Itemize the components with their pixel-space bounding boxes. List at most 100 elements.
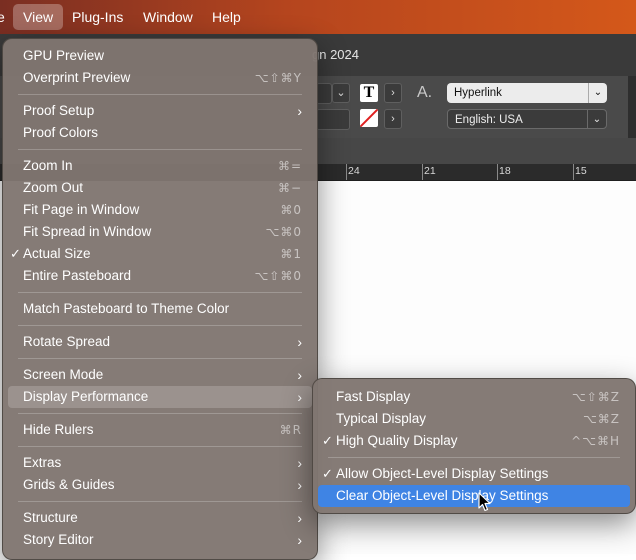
menu-item-shortcut: ⌥⌘0 bbox=[265, 225, 302, 239]
menu-item-label: Proof Colors bbox=[23, 125, 99, 140]
menu-item-zoom-in[interactable]: Zoom In ⌘= bbox=[8, 155, 312, 177]
ruler-label: 24 bbox=[348, 165, 360, 177]
ruler-tick bbox=[422, 164, 423, 180]
menu-separator bbox=[18, 358, 302, 359]
menu-separator bbox=[328, 457, 620, 458]
menu-item-proof-colors[interactable]: Proof Colors bbox=[8, 122, 312, 144]
no-stroke-icon[interactable] bbox=[360, 109, 378, 127]
menu-item-shortcut: ⌘0 bbox=[280, 203, 302, 217]
menu-item-label: GPU Preview bbox=[23, 48, 105, 63]
menu-item-label: Hide Rulers bbox=[23, 422, 94, 437]
menubar-item-view[interactable]: View bbox=[13, 4, 64, 30]
view-menu: GPU Preview Overprint Preview ⌥⇧⌘Y Proof… bbox=[2, 38, 318, 560]
menu-item-shortcut: ⌥⇧⌘0 bbox=[254, 269, 302, 283]
menubar-item-edit[interactable]: e bbox=[0, 0, 5, 34]
menu-item-label: Screen Mode bbox=[23, 367, 104, 382]
submenu-arrow-icon: › bbox=[297, 510, 302, 526]
menu-item-actual-size[interactable]: ✓ Actual Size ⌘1 bbox=[8, 243, 312, 265]
menu-item-grids-guides[interactable]: Grids & Guides › bbox=[8, 474, 312, 496]
checkmark-icon: ✓ bbox=[322, 466, 333, 481]
menu-item-label: Overprint Preview bbox=[23, 70, 131, 85]
ruler-tick bbox=[573, 164, 574, 180]
menu-item-screen-mode[interactable]: Screen Mode › bbox=[8, 364, 312, 386]
checkmark-icon: ✓ bbox=[10, 246, 21, 261]
menu-item-entire-pasteboard[interactable]: Entire Pasteboard ⌥⇧⌘0 bbox=[8, 265, 312, 287]
submenu-arrow-icon: › bbox=[297, 389, 302, 405]
display-performance-submenu: Fast Display ⌥⇧⌘Z Typical Display ⌥⌘Z ✓ … bbox=[312, 378, 636, 514]
ruler-label: 21 bbox=[424, 165, 436, 177]
menu-separator bbox=[18, 446, 302, 447]
menu-item-gpu-preview[interactable]: GPU Preview bbox=[8, 45, 312, 67]
ruler-tick bbox=[346, 164, 347, 180]
menu-item-label: Clear Object-Level Display Settings bbox=[336, 488, 549, 503]
menubar-item-help[interactable]: Help bbox=[212, 0, 241, 34]
menu-item-label: Extras bbox=[23, 455, 62, 470]
menu-item-high-quality-display[interactable]: ✓ High Quality Display ^⌥⌘H bbox=[318, 430, 630, 452]
menu-item-label: Story Editor bbox=[23, 532, 94, 547]
menu-item-proof-setup[interactable]: Proof Setup › bbox=[8, 100, 312, 122]
menu-item-shortcut: ⌘= bbox=[277, 159, 302, 173]
menu-item-zoom-out[interactable]: Zoom Out ⌘− bbox=[8, 177, 312, 199]
control-field[interactable] bbox=[316, 109, 350, 130]
menu-item-story-editor[interactable]: Story Editor › bbox=[8, 529, 312, 551]
menubar-item-window[interactable]: Window bbox=[143, 0, 193, 34]
menu-item-label: Proof Setup bbox=[23, 103, 95, 118]
menu-item-label: Structure bbox=[23, 510, 78, 525]
submenu-arrow-icon: › bbox=[297, 477, 302, 493]
menu-item-shortcut: ⌘1 bbox=[280, 247, 302, 261]
menu-item-extras[interactable]: Extras › bbox=[8, 452, 312, 474]
menu-item-label: Actual Size bbox=[23, 246, 91, 261]
menu-item-label: Allow Object-Level Display Settings bbox=[336, 466, 549, 481]
menu-item-hide-rulers[interactable]: Hide Rulers ⌘R bbox=[8, 419, 312, 441]
menu-item-label: Rotate Spread bbox=[23, 334, 111, 349]
menu-item-match-pasteboard[interactable]: Match Pasteboard to Theme Color bbox=[8, 298, 312, 320]
submenu-arrow-icon: › bbox=[297, 455, 302, 471]
character-style-dropdown[interactable]: Hyperlink ⌄ bbox=[447, 83, 607, 103]
checkmark-icon: ✓ bbox=[322, 433, 333, 448]
menu-item-label: Match Pasteboard to Theme Color bbox=[23, 301, 230, 316]
character-style-value: Hyperlink bbox=[454, 87, 502, 99]
submenu-arrow-icon: › bbox=[297, 367, 302, 383]
menu-separator bbox=[18, 413, 302, 414]
text-fill-icon[interactable]: T bbox=[360, 84, 378, 102]
chevron-down-icon[interactable]: ⌄ bbox=[332, 83, 350, 103]
chevron-right-icon[interactable]: › bbox=[384, 83, 402, 103]
menu-item-allow-object-level[interactable]: ✓ Allow Object-Level Display Settings bbox=[318, 463, 630, 485]
menu-item-fit-page-in-window[interactable]: Fit Page in Window ⌘0 bbox=[8, 199, 312, 221]
menu-item-shortcut: ⌘− bbox=[277, 181, 302, 195]
menu-item-label: Fit Page in Window bbox=[23, 202, 140, 217]
menu-item-clear-object-level[interactable]: Clear Object-Level Display Settings bbox=[318, 485, 630, 507]
menu-item-shortcut: ^⌥⌘H bbox=[571, 434, 620, 448]
menu-item-shortcut: ⌘R bbox=[279, 423, 302, 437]
menu-separator bbox=[18, 94, 302, 95]
menu-item-label: Fast Display bbox=[336, 389, 411, 404]
menubar-item-plug-ins[interactable]: Plug-Ins bbox=[72, 0, 123, 34]
menu-separator bbox=[18, 292, 302, 293]
menu-separator bbox=[18, 501, 302, 502]
menu-item-shortcut: ⌥⇧⌘Y bbox=[254, 71, 302, 85]
submenu-arrow-icon: › bbox=[297, 103, 302, 119]
menu-item-structure[interactable]: Structure › bbox=[8, 507, 312, 529]
app-title: gn 2024 bbox=[312, 47, 359, 62]
menu-item-display-performance[interactable]: Display Performance › bbox=[8, 386, 312, 408]
menu-item-typical-display[interactable]: Typical Display ⌥⌘Z bbox=[318, 408, 630, 430]
menu-item-label: Entire Pasteboard bbox=[23, 268, 132, 283]
chevron-down-icon: ⌄ bbox=[587, 110, 606, 128]
ruler-tick bbox=[497, 164, 498, 180]
menu-item-fit-spread-in-window[interactable]: Fit Spread in Window ⌥⌘0 bbox=[8, 221, 312, 243]
menu-separator bbox=[18, 149, 302, 150]
menu-separator bbox=[18, 325, 302, 326]
menu-item-fast-display[interactable]: Fast Display ⌥⇧⌘Z bbox=[318, 386, 630, 408]
control-field[interactable] bbox=[316, 83, 332, 104]
menu-item-label: Display Performance bbox=[23, 389, 149, 404]
submenu-arrow-icon: › bbox=[297, 532, 302, 548]
language-dropdown[interactable]: English: USA ⌄ bbox=[447, 109, 607, 129]
language-value: English: USA bbox=[455, 114, 523, 126]
menu-item-label: Fit Spread in Window bbox=[23, 224, 152, 239]
menu-bar: e View Plug-Ins Window Help bbox=[0, 0, 636, 34]
chevron-right-icon[interactable]: › bbox=[384, 109, 402, 129]
menu-item-rotate-spread[interactable]: Rotate Spread › bbox=[8, 331, 312, 353]
menu-item-shortcut: ⌥⌘Z bbox=[582, 412, 620, 426]
menu-item-overprint-preview[interactable]: Overprint Preview ⌥⇧⌘Y bbox=[8, 67, 312, 89]
ruler-label: 18 bbox=[499, 165, 511, 177]
